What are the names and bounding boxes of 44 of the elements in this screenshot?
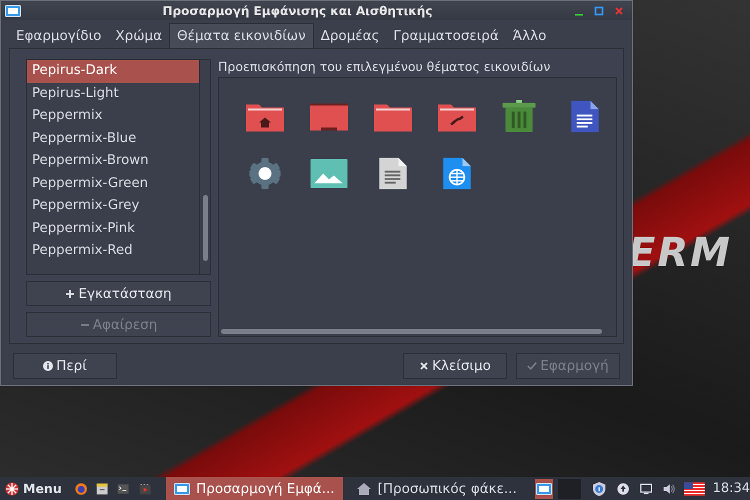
file-manager-icon[interactable] <box>96 480 108 496</box>
window-icon <box>5 4 21 16</box>
home-icon <box>356 482 372 494</box>
close-icon[interactable] <box>614 6 624 16</box>
theme-list-item[interactable]: Peppermix-Green <box>27 172 199 195</box>
taskbar-task[interactable]: Προσαρμογή Εμφά... <box>166 477 343 500</box>
info-icon <box>43 361 54 371</box>
theme-list-item[interactable]: Peppermix-Pink <box>27 218 199 240</box>
tab[interactable]: Δρομέας <box>314 23 386 48</box>
window-icon <box>174 482 190 494</box>
update-icon[interactable] <box>616 480 630 496</box>
shield-icon[interactable] <box>593 480 606 496</box>
pinwheel-icon <box>5 482 19 496</box>
maximize-icon[interactable] <box>594 6 604 16</box>
clock[interactable]: 18:34 <box>712 481 750 496</box>
taskbar-task[interactable]: [Προσωπικός φάκε... <box>348 477 525 500</box>
tab[interactable]: Γραμματοσειρά <box>386 23 506 48</box>
theme-list-item[interactable]: Peppermix-Red <box>27 240 199 262</box>
theme-list-item[interactable]: Peppermix <box>27 105 199 128</box>
plus-icon <box>65 288 76 299</box>
close-button[interactable]: Κλείσιμο <box>403 353 507 379</box>
theme-list-item[interactable]: Peppermix-Grey <box>27 195 199 218</box>
tab[interactable]: Άλλο <box>506 23 554 48</box>
tab[interactable]: Εφαρμογίδιο <box>9 23 108 48</box>
browser-icon[interactable] <box>74 480 88 496</box>
theme-list-item[interactable]: Peppermix-Blue <box>27 128 199 150</box>
close-icon <box>419 361 430 371</box>
keyboard-layout-flag-icon[interactable] <box>684 480 705 498</box>
theme-list-item[interactable]: Pepirus-Dark <box>27 60 199 82</box>
scrollbar-thumb[interactable] <box>221 329 602 334</box>
tab[interactable]: Χρώμα <box>108 23 170 48</box>
menu-button[interactable]: Menu <box>3 481 68 496</box>
tab[interactable]: Θέματα εικονιδίων <box>169 23 314 48</box>
checkmark-icon <box>527 361 538 371</box>
window-icon <box>536 482 552 494</box>
preview-label: Προεπισκόπηση του επιλεγμένου θέματος εικονιδίων <box>218 59 552 74</box>
theme-list-item[interactable]: Pepirus-Light <box>27 82 199 105</box>
scrollbar-thumb[interactable] <box>203 195 208 261</box>
workspace-pager[interactable] <box>534 478 554 498</box>
install-button[interactable]: Εγκατάσταση <box>26 281 211 306</box>
theme-list-item[interactable]: Peppermix-Brown <box>27 150 199 172</box>
window-title: Προσαρμογή Εμφάνισης και Αισθητικής <box>162 4 434 18</box>
image-icon <box>309 157 349 190</box>
about-button[interactable]: Περί <box>13 353 117 379</box>
